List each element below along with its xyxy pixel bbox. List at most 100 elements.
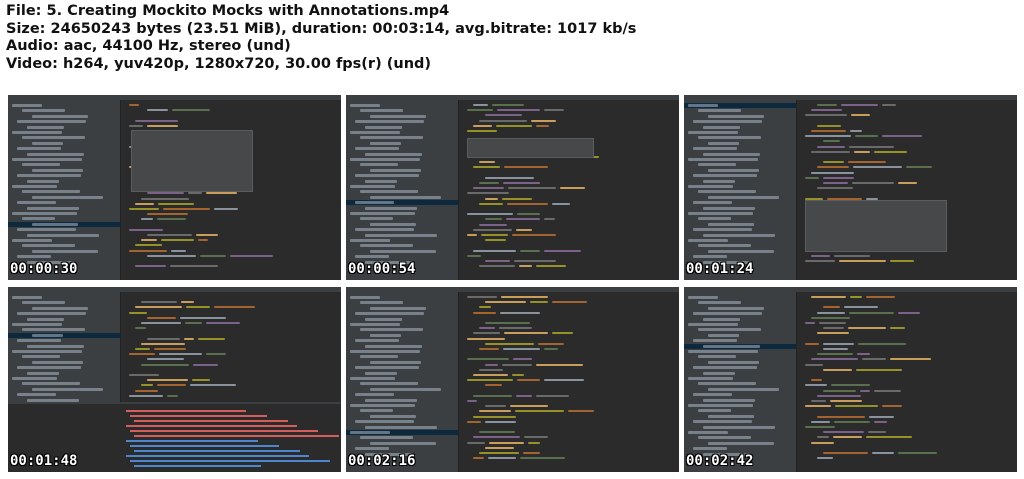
autocomplete-popup bbox=[805, 200, 947, 252]
code-line bbox=[523, 452, 540, 454]
tree-item bbox=[703, 179, 735, 183]
code-line bbox=[805, 363, 823, 366]
code-line bbox=[188, 192, 202, 195]
tree-item bbox=[350, 131, 400, 134]
code-line bbox=[874, 150, 907, 153]
code-editor bbox=[459, 292, 679, 472]
tree-item bbox=[370, 141, 401, 145]
code-line bbox=[135, 244, 162, 247]
code-line bbox=[489, 441, 524, 444]
code-line bbox=[485, 384, 502, 387]
tree-item bbox=[350, 431, 390, 434]
code-line bbox=[147, 254, 196, 257]
tree-item bbox=[12, 350, 82, 353]
code-line bbox=[805, 342, 819, 345]
tree-item bbox=[703, 371, 735, 375]
code-line bbox=[485, 114, 522, 117]
code-line bbox=[473, 415, 516, 418]
code-line bbox=[141, 342, 185, 345]
code-line bbox=[805, 322, 815, 324]
code-line bbox=[817, 311, 845, 314]
code-line bbox=[854, 150, 870, 153]
code-line bbox=[161, 239, 194, 242]
tree-item bbox=[688, 404, 753, 407]
console-line bbox=[126, 440, 258, 442]
code-line bbox=[135, 348, 150, 350]
code-line bbox=[147, 316, 176, 319]
tree-item bbox=[350, 212, 415, 215]
video-thumbnail[interactable]: 00:02:42 bbox=[684, 287, 1017, 472]
tree-item bbox=[370, 222, 416, 226]
tree-item bbox=[355, 312, 424, 316]
code-line bbox=[855, 135, 878, 138]
code-line bbox=[823, 140, 840, 143]
console-line bbox=[130, 415, 267, 417]
tree-item bbox=[32, 222, 78, 226]
code-line bbox=[473, 124, 492, 127]
code-line bbox=[198, 337, 225, 340]
code-line bbox=[479, 223, 507, 226]
tree-item bbox=[370, 168, 421, 172]
tree-item bbox=[708, 306, 764, 310]
code-line bbox=[180, 316, 226, 319]
tree-item bbox=[688, 323, 738, 326]
tree-item bbox=[698, 382, 756, 386]
code-line bbox=[473, 436, 520, 439]
code-line bbox=[811, 316, 850, 319]
code-line bbox=[481, 234, 508, 236]
code-line bbox=[504, 332, 548, 335]
video-thumbnail[interactable]: 00:01:48 bbox=[8, 287, 341, 472]
tree-item bbox=[365, 125, 402, 129]
code-line bbox=[841, 104, 878, 106]
code-line bbox=[485, 420, 516, 423]
code-line bbox=[157, 384, 186, 387]
video-thumbnail[interactable]: 00:01:24 bbox=[684, 95, 1017, 280]
code-line bbox=[568, 410, 594, 413]
tree-item bbox=[698, 136, 761, 140]
video-thumbnail[interactable]: 00:00:54 bbox=[346, 95, 679, 280]
code-line bbox=[823, 327, 844, 330]
code-line bbox=[817, 166, 849, 169]
code-line bbox=[467, 254, 481, 257]
code-line bbox=[823, 306, 840, 309]
code-line bbox=[805, 114, 847, 117]
code-line bbox=[500, 311, 540, 314]
code-line bbox=[860, 389, 870, 392]
code-line bbox=[473, 374, 508, 376]
code-line bbox=[467, 109, 493, 112]
tree-item bbox=[12, 185, 57, 188]
tree-item bbox=[17, 312, 86, 316]
code-line bbox=[467, 234, 477, 236]
code-line bbox=[467, 130, 497, 132]
code-line bbox=[560, 187, 585, 190]
tree-item bbox=[27, 152, 84, 156]
code-line bbox=[129, 228, 163, 231]
tree-item bbox=[698, 109, 741, 113]
tree-item bbox=[688, 131, 738, 134]
code-line bbox=[850, 130, 862, 132]
tree-item bbox=[355, 228, 414, 232]
tree-item bbox=[688, 296, 718, 299]
console-line bbox=[130, 460, 330, 462]
tree-item bbox=[370, 360, 421, 364]
tree-item bbox=[698, 163, 736, 167]
code-line bbox=[817, 104, 837, 106]
code-line bbox=[805, 176, 819, 179]
console-line bbox=[126, 425, 297, 427]
code-line bbox=[171, 249, 186, 252]
tree-item bbox=[365, 152, 422, 156]
code-line bbox=[485, 405, 506, 408]
tree-item bbox=[350, 296, 380, 299]
video-thumbnail[interactable]: 00:00:30 bbox=[8, 95, 341, 280]
video-thumbnail[interactable]: 00:02:16 bbox=[346, 287, 679, 472]
console-line bbox=[130, 430, 318, 432]
code-line bbox=[811, 296, 846, 298]
code-line bbox=[906, 166, 932, 169]
tree-item bbox=[703, 398, 755, 402]
code-line bbox=[479, 410, 511, 413]
code-line bbox=[834, 420, 870, 423]
code-line bbox=[499, 327, 532, 330]
tree-item bbox=[32, 333, 63, 337]
code-line bbox=[544, 218, 555, 221]
code-line bbox=[536, 394, 569, 397]
